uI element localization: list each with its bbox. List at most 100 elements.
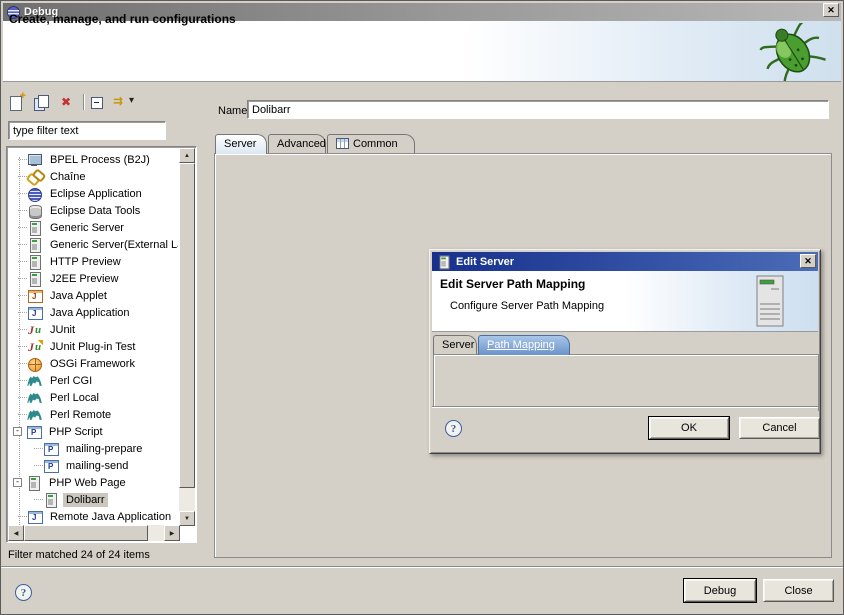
tree-item[interactable]: Eclipse Application bbox=[9, 185, 178, 202]
php-icon bbox=[43, 459, 59, 473]
tree-item-label: Chaîne bbox=[47, 170, 88, 184]
duplicate-launch-config-button[interactable] bbox=[32, 92, 54, 112]
scroll-right-icon[interactable]: ▶ bbox=[164, 525, 180, 541]
tree-item[interactable]: JUnit Plug-in Test bbox=[9, 338, 178, 355]
vertical-scroll-thumb[interactable] bbox=[179, 163, 195, 488]
edit-server-title: Edit Server bbox=[456, 256, 514, 268]
server-icon bbox=[43, 493, 59, 507]
tree-item[interactable]: Java Applet bbox=[9, 287, 178, 304]
tree-item[interactable]: Java Application bbox=[9, 304, 178, 321]
edit-server-close-button[interactable]: ✕ bbox=[800, 254, 816, 268]
tree-item-label: Generic Server(External La bbox=[47, 238, 178, 252]
tree-item-label: mailing-send bbox=[63, 459, 131, 473]
tree-item-label: Remote Java Application bbox=[47, 510, 174, 524]
tree-item[interactable]: Dolibarr bbox=[9, 491, 178, 508]
edit-server-heading: Edit Server Path Mapping bbox=[440, 277, 585, 291]
server-tower-icon bbox=[756, 275, 784, 327]
junit-plugin-icon bbox=[27, 340, 43, 354]
php-icon bbox=[43, 442, 59, 456]
tree-item[interactable]: mailing-send bbox=[9, 457, 178, 474]
edit-server-subheading: Configure Server Path Mapping bbox=[450, 300, 604, 312]
tree-item[interactable]: BPEL Process (B2J) bbox=[9, 151, 178, 168]
scroll-up-icon[interactable]: ▲ bbox=[179, 148, 195, 163]
collapse-all-button[interactable] bbox=[88, 92, 110, 112]
tree-item-label: PHP Script bbox=[46, 425, 106, 439]
cancel-button[interactable]: Cancel bbox=[739, 417, 820, 439]
perl-icon bbox=[27, 391, 43, 405]
scroll-down-icon[interactable]: ▼ bbox=[179, 511, 195, 526]
remote-java-icon bbox=[27, 510, 43, 524]
dialog-tab-server[interactable]: Server bbox=[433, 335, 477, 354]
tree-item-label: Java Applet bbox=[47, 289, 110, 303]
php-icon bbox=[26, 425, 42, 439]
tree-item[interactable]: Perl Remote bbox=[9, 406, 178, 423]
tree-item-label: mailing-prepare bbox=[63, 442, 145, 456]
horizontal-scroll-thumb[interactable] bbox=[24, 525, 148, 541]
dialog-tab-path-mapping[interactable]: Path Mapping bbox=[478, 335, 570, 355]
tree-item-label: Perl Remote bbox=[47, 408, 114, 422]
name-input[interactable]: Dolibarr bbox=[247, 100, 829, 119]
tree-item-label: Eclipse Application bbox=[47, 187, 145, 201]
config-tree-box: BPEL Process (B2J) Chaîne Eclipse Applicat… bbox=[6, 146, 197, 543]
server-icon bbox=[27, 221, 43, 235]
tab-advanced[interactable]: Advanced bbox=[268, 134, 326, 153]
tree-item-label: Perl CGI bbox=[47, 374, 95, 388]
tab-server[interactable]: Server bbox=[215, 134, 267, 154]
database-icon bbox=[27, 204, 43, 218]
debug-bug-icon bbox=[755, 23, 831, 81]
tree-item[interactable]: Perl Local bbox=[9, 389, 178, 406]
tree-item[interactable]: Eclipse Data Tools bbox=[9, 202, 178, 219]
tree-item[interactable]: - PHP Script bbox=[9, 423, 178, 440]
tree-item[interactable]: Chaîne bbox=[9, 168, 178, 185]
tree-item[interactable]: mailing-prepare bbox=[9, 440, 178, 457]
server-icon bbox=[437, 255, 451, 268]
table-grid-icon bbox=[336, 138, 349, 149]
tab-common[interactable]: Common bbox=[327, 134, 415, 153]
tree-item-label: Java Application bbox=[47, 306, 133, 320]
new-launch-config-button[interactable] bbox=[7, 92, 29, 112]
scroll-left-icon[interactable]: ◀ bbox=[8, 525, 24, 541]
edit-server-titlebar[interactable]: Edit Server bbox=[432, 252, 818, 271]
tree-item[interactable]: JUnit bbox=[9, 321, 178, 338]
debug-button[interactable]: Debug bbox=[684, 579, 756, 602]
ok-button[interactable]: OK bbox=[649, 417, 729, 439]
dialog-button-bar: ? OK Cancel bbox=[432, 406, 818, 451]
tree-vertical-scrollbar[interactable]: ▲ ▼ bbox=[179, 148, 195, 526]
close-button[interactable]: Close bbox=[763, 579, 834, 602]
tree-item-label: J2EE Preview bbox=[47, 272, 121, 286]
toolbar-separator bbox=[83, 94, 84, 110]
junit-icon bbox=[27, 323, 43, 337]
tree-horizontal-scrollbar[interactable]: ◀ ▶ bbox=[8, 525, 180, 541]
banner-title: Create, manage, and run configurations bbox=[9, 12, 236, 26]
tree-item[interactable]: J2EE Preview bbox=[9, 270, 178, 287]
tree-item-label: JUnit Plug-in Test bbox=[47, 340, 138, 354]
filter-status: Filter matched 24 of 24 items bbox=[8, 549, 150, 561]
tree-item[interactable]: Generic Server(External La bbox=[9, 236, 178, 253]
tree-item[interactable]: Generic Server bbox=[9, 219, 178, 236]
tree-item[interactable]: Remote Java Application bbox=[9, 508, 178, 524]
tree-item-label: JUnit bbox=[47, 323, 78, 337]
server-icon bbox=[27, 255, 43, 269]
server-icon bbox=[26, 476, 42, 490]
chain-icon bbox=[27, 170, 43, 184]
collapse-all-icon bbox=[89, 95, 105, 109]
tree-item[interactable]: -PHP Web Page bbox=[9, 474, 178, 491]
toolbar-menu-button[interactable] bbox=[129, 92, 143, 112]
help-icon[interactable]: ? bbox=[15, 584, 32, 601]
delete-launch-config-button[interactable] bbox=[58, 92, 80, 112]
tree-item[interactable]: HTTP Preview bbox=[9, 253, 178, 270]
delete-icon bbox=[59, 95, 75, 109]
config-tree: BPEL Process (B2J) Chaîne Eclipse Applicat… bbox=[9, 151, 178, 524]
filter-input[interactable]: type filter text bbox=[8, 121, 166, 140]
dialog-help-icon[interactable]: ? bbox=[445, 420, 462, 437]
tree-item[interactable]: OSGi Framework bbox=[9, 355, 178, 372]
window-close-button[interactable]: ✕ bbox=[823, 3, 839, 17]
tree-item-label: Dolibarr bbox=[63, 493, 108, 507]
duplicate-icon bbox=[33, 95, 49, 109]
tree-expander-icon[interactable]: - bbox=[13, 427, 22, 436]
dialog-banner bbox=[3, 21, 841, 82]
new-config-icon bbox=[8, 95, 24, 109]
tree-expander-icon[interactable]: - bbox=[13, 478, 22, 487]
server-icon bbox=[27, 238, 43, 252]
tree-item[interactable]: Perl CGI bbox=[9, 372, 178, 389]
